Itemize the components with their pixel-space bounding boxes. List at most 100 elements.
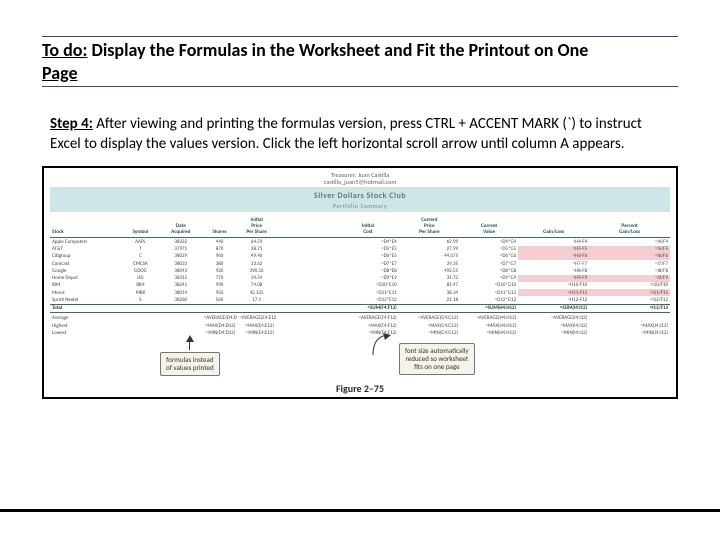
cell: =D6*G6	[460, 253, 518, 260]
cell: =I10/F10	[589, 282, 670, 289]
figure-caption: Figure 2–75	[50, 382, 670, 395]
cell: 38014	[160, 289, 202, 296]
table-row: ComcastCMCSA3803338033.62=D7*E739.35=D7*…	[50, 260, 670, 267]
cell: =MIN(J4:J12)	[589, 329, 670, 336]
cell: 38260	[160, 296, 202, 304]
cell: =MAX(J4:J12)	[589, 322, 670, 329]
banner-title: Silver Dollars Stock Club	[50, 191, 670, 201]
cell: 34.54	[237, 275, 276, 282]
cell: Highest	[50, 322, 121, 329]
table-row: MerckMRK3801495042.125=D11*E1138.34=D11*…	[50, 289, 670, 296]
cell: 870	[202, 246, 238, 253]
cell: 492.55	[399, 267, 460, 274]
callout-left-group: formulas insteadof values printed	[160, 335, 220, 376]
report-banner: Silver Dollars Stock Club Portfolio Summ…	[50, 187, 670, 212]
cell	[276, 289, 337, 296]
cell: =MIN(H4:H12)	[460, 329, 518, 336]
cell: C	[121, 253, 160, 260]
cell: 38033	[160, 260, 202, 267]
table-row: IBMIBM3824199074.08=D10*E1081.47=D10*G10…	[50, 282, 670, 289]
cell: =I6/F6	[589, 253, 670, 260]
cell: =D8*E8	[337, 267, 398, 274]
cell: HD	[121, 275, 160, 282]
cell: Merck	[50, 289, 121, 296]
col-header: CurrentValue	[460, 214, 518, 238]
cell: =I5/F5	[589, 246, 670, 253]
bottom-rule	[0, 509, 720, 512]
cell	[160, 322, 202, 329]
cell: Lowest	[50, 329, 121, 336]
slide-page: To do: Display the Formulas in the Works…	[0, 0, 720, 540]
curve-arrow-icon	[365, 339, 395, 365]
cell: =AVERAGE(D4:D12)	[202, 315, 238, 322]
cell: =H12-F12	[518, 296, 589, 304]
cell: =MAX(G4:G12)	[399, 322, 460, 329]
col-header: Symbol	[121, 214, 160, 238]
cell	[160, 315, 202, 322]
cell: 440	[202, 238, 238, 246]
cell: 31.72	[399, 275, 460, 282]
cell	[276, 253, 337, 260]
cell: =I8/F8	[589, 267, 670, 274]
cell: =MAX(H4:H12)	[460, 322, 518, 329]
cell: 81.47	[399, 282, 460, 289]
cell: 74.08	[237, 282, 276, 289]
cell: =SUM(I4:I12)	[518, 304, 589, 312]
cell: GOOG	[121, 267, 160, 274]
cell: =I11/F11	[589, 289, 670, 296]
col-header: InitialPricePer Share	[237, 214, 276, 238]
cell: =I4/F4	[589, 238, 670, 246]
callout-right-group: font size automaticallyreduced so worksh…	[365, 339, 475, 375]
cell: 39.35	[399, 260, 460, 267]
cell: =D8*G8	[460, 267, 518, 274]
col-header: Gain/Loss	[518, 214, 589, 238]
figure-frame: Treasurer: Juan Castilla castilla_juan5@…	[42, 166, 678, 399]
cell: =D11*G11	[460, 289, 518, 296]
cell: =H7-F7	[518, 260, 589, 267]
cell: =H11-F11	[518, 289, 589, 296]
cell: Citigroup	[50, 253, 121, 260]
cell: 38241	[160, 282, 202, 289]
cell: 49.46	[237, 253, 276, 260]
top-rule	[42, 36, 678, 37]
cell: =D10*G10	[460, 282, 518, 289]
cell: AT&T	[50, 246, 121, 253]
cell	[276, 296, 337, 304]
table-row: Apple ComputersAAPL3832244064.59=D4*E4$2…	[50, 238, 670, 246]
col-header: Stock	[50, 214, 121, 238]
cell: 920	[202, 267, 238, 274]
cell	[276, 282, 337, 289]
cell: =SUM(F4:F12)	[337, 304, 398, 312]
treasurer-email: castilla_juan5@hotmail.com	[35, 179, 686, 186]
stats-table: Average=AVERAGE(D4:D12)=AVERAGE(E4:E12)=…	[50, 315, 670, 337]
table-row: Home DepotHD3831577034.54=D9*E931.72=D9*…	[50, 275, 670, 282]
cell: 38043	[160, 267, 202, 274]
portfolio-table: StockSymbolDateAcquiredSharesInitialPric…	[50, 214, 670, 313]
cell: =AVERAGE(E4:E12)	[237, 315, 276, 322]
cell	[276, 246, 337, 253]
total-row: Total=SUM(F4:F12)=SUM(H4:H12)=SUM(I4:I12…	[50, 304, 670, 312]
cell: 37971	[160, 246, 202, 253]
cell: =H9-F9	[518, 275, 589, 282]
cell: S	[121, 296, 160, 304]
callout-right: font size automaticallyreduced so worksh…	[399, 343, 475, 375]
cell: 44.675	[399, 253, 460, 260]
cell: =D6*E6	[337, 253, 398, 260]
cell	[276, 267, 337, 274]
cell: =D4*G4	[460, 238, 518, 246]
cell: 28.71	[237, 246, 276, 253]
cell: =D4*E4	[337, 238, 398, 246]
cell	[121, 304, 160, 312]
col-header: Shares	[202, 214, 238, 238]
cell: Sprint Nextel	[50, 296, 121, 304]
cell: 38.34	[399, 289, 460, 296]
cell: =MAX(D4:D12)	[202, 322, 238, 329]
stats-row: Highest=MAX(D4:D12)=MAX(E4:E12)=MAX(F4:F…	[50, 322, 670, 329]
cell: 17.1	[237, 296, 276, 304]
cell: 390.32	[237, 267, 276, 274]
cell	[276, 315, 337, 322]
cell: =D9*E9	[337, 275, 398, 282]
cell: Home Depot	[50, 275, 121, 282]
cell	[202, 304, 238, 312]
cell: =I13/F13	[589, 304, 670, 312]
